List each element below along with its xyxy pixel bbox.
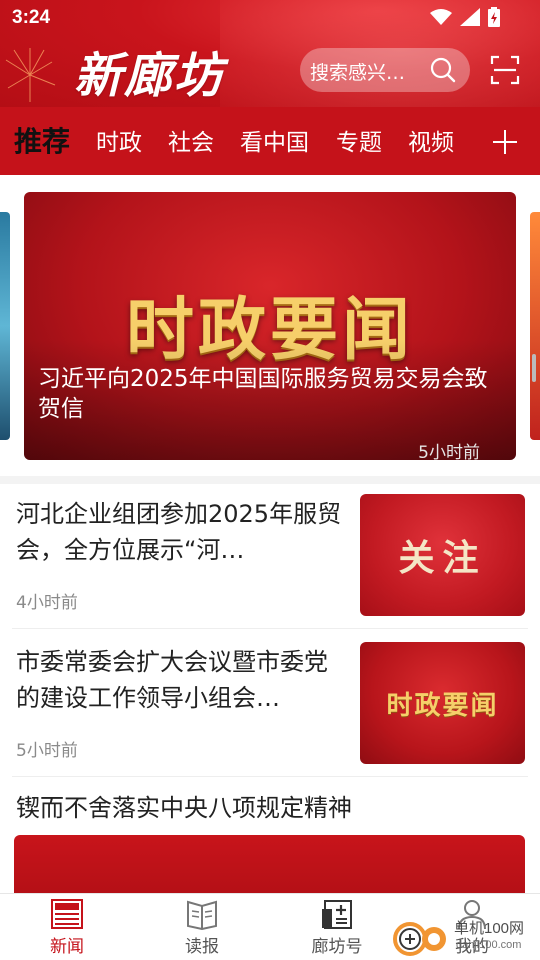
app-header: 3:24 新廊坊 搜索感兴… — [0, 0, 540, 107]
tab-politics[interactable]: 时政 — [96, 123, 142, 157]
section-divider — [0, 476, 540, 484]
news-time: 4小时前 — [16, 593, 78, 613]
nav-label: 读报 — [185, 937, 219, 957]
tab-china[interactable]: 看中国 — [240, 123, 309, 157]
search-bar[interactable]: 搜索感兴… — [300, 48, 470, 92]
nav-label: 新闻 — [50, 937, 84, 957]
app-root: 3:24 新廊坊 搜索感兴… 推荐 时政 社会 看中国 专题 视频 时政要闻 习… — [0, 0, 540, 960]
news-time: 5小时前 — [16, 741, 78, 761]
banner-headline[interactable]: 习近平向2025年中国国际服务贸易交易会致贺信 — [38, 364, 508, 424]
app-logo: 新廊坊 — [74, 48, 225, 104]
news-thumbnail[interactable]: 关注 — [360, 494, 525, 616]
nav-news[interactable]: 新闻 — [22, 898, 112, 957]
nav-label: 廊坊号 — [311, 937, 363, 957]
wifi-icon — [430, 9, 452, 25]
carousel-banner[interactable]: 时政要闻 习近平向2025年中国国际服务贸易交易会致贺信 5小时前 — [24, 192, 516, 460]
tab-video[interactable]: 视频 — [408, 123, 454, 157]
nav-account[interactable]: 廊坊号 — [292, 898, 382, 957]
plus-icon[interactable] — [490, 127, 520, 157]
status-time: 3:24 — [12, 7, 51, 28]
battery-icon — [488, 7, 500, 27]
search-icon[interactable] — [430, 57, 456, 83]
signal-icon — [460, 8, 480, 26]
list-divider — [12, 628, 528, 629]
news-thumbnail[interactable]: 时政要闻 — [360, 642, 525, 764]
search-placeholder[interactable]: 搜索感兴… — [310, 58, 405, 85]
thumbnail-text: 时政要闻 — [386, 690, 499, 721]
tab-society[interactable]: 社会 — [168, 123, 214, 157]
news-item[interactable]: 河北企业组团参加2025年服贸会，全方位展示“河… 4小时前 关注 — [12, 494, 528, 618]
watermark-url: danji100.com — [456, 939, 522, 951]
thumbnail-text: 关注 — [398, 537, 487, 579]
watermark-logo-icon — [393, 922, 446, 956]
scan-icon[interactable] — [490, 55, 520, 85]
news-title[interactable]: 锲而不舍落实中央八项规定精神 — [16, 788, 352, 823]
category-tabs: 推荐 时政 社会 看中国 专题 视频 — [0, 107, 540, 175]
carousel-next-card[interactable] — [530, 212, 540, 440]
firework-decoration — [5, 48, 56, 102]
newspaper-icon — [187, 900, 217, 930]
status-bar: 3:24 — [0, 0, 540, 36]
list-divider — [12, 776, 528, 777]
tab-special[interactable]: 专题 — [336, 123, 382, 157]
carousel-prev-card[interactable] — [0, 212, 10, 440]
nav-newspaper[interactable]: 读报 — [157, 898, 247, 957]
news-item[interactable]: 市委常委会扩大会议暨市委党的建设工作领导小组会… 5小时前 时政要闻 — [12, 642, 528, 766]
scrollbar[interactable] — [532, 354, 536, 382]
tab-recommend[interactable]: 推荐 — [14, 120, 70, 160]
status-icons — [430, 7, 500, 27]
headline-carousel: 时政要闻 习近平向2025年中国国际服务贸易交易会致贺信 5小时前 — [0, 176, 540, 476]
banner-time: 5小时前 — [418, 443, 480, 460]
news-title[interactable]: 河北企业组团参加2025年服贸会，全方位展示“河… — [16, 496, 346, 568]
watermark: 单机100网 danji100.com — [390, 915, 540, 960]
news-title[interactable]: 市委常委会扩大会议暨市委党的建设工作领导小组会… — [16, 644, 346, 716]
watermark-text: 单机100网 — [454, 920, 525, 937]
account-icon — [322, 900, 352, 929]
news-icon — [51, 899, 83, 929]
